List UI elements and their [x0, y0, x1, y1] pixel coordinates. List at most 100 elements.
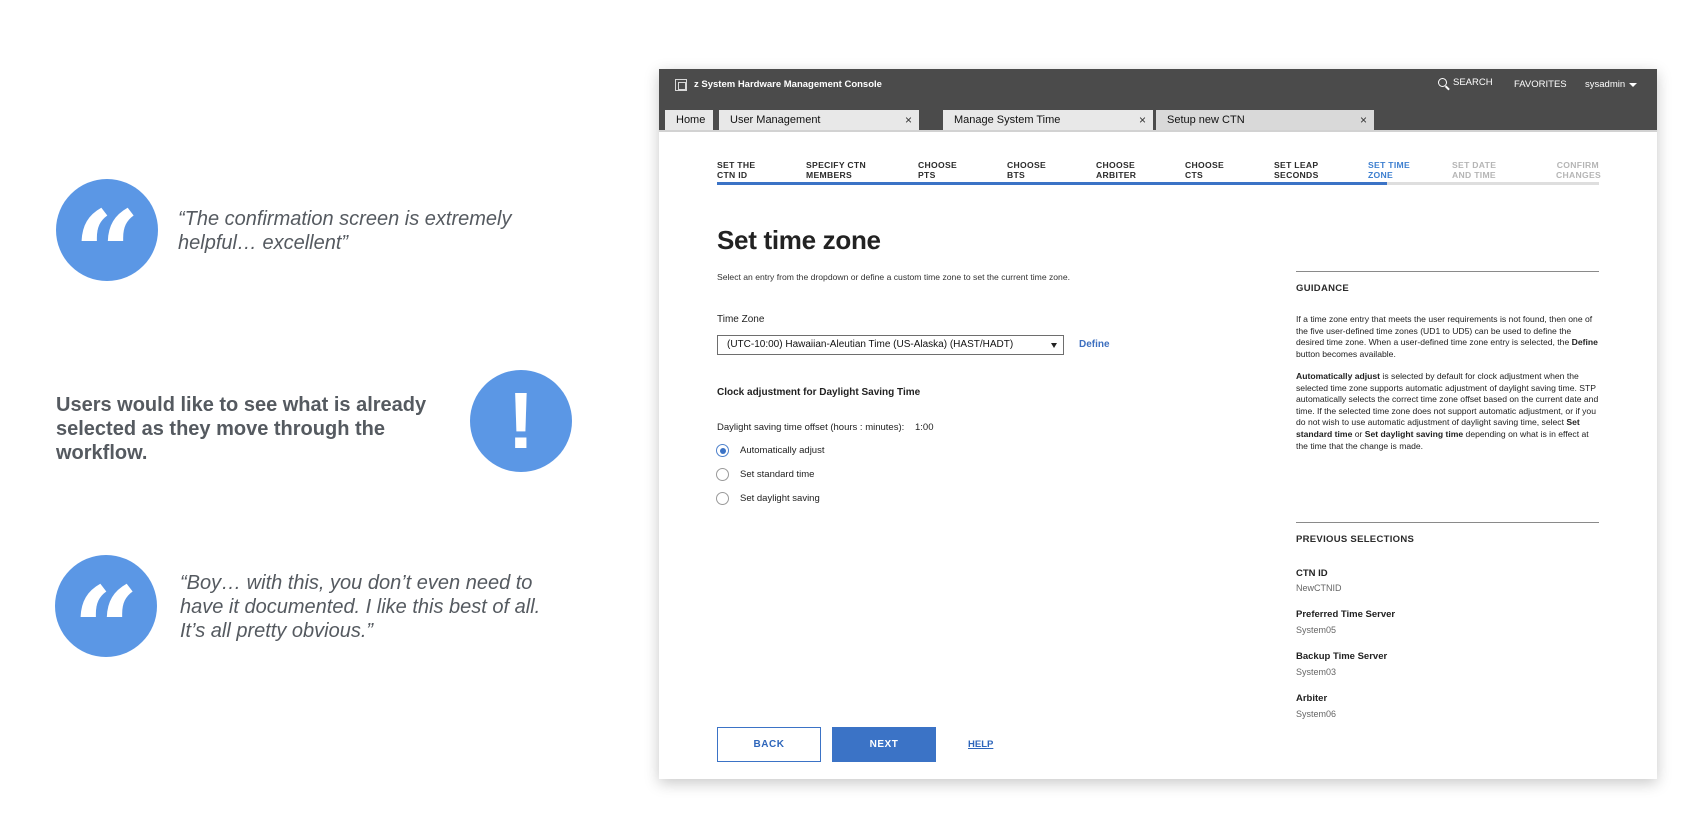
step-label: CONFIRM [1556, 160, 1599, 170]
progress-fill [717, 182, 1387, 185]
guidance-text: button becomes available. [1296, 348, 1396, 359]
step-label: CHOOSE [1096, 160, 1136, 170]
tab-label: User Management [730, 114, 821, 126]
close-icon[interactable]: × [905, 110, 912, 130]
step-set-date-and-time: SET DATE AND TIME [1452, 160, 1496, 180]
tab-label: Home [676, 114, 706, 126]
step-label: CHOOSE [1185, 160, 1225, 170]
progress-track [717, 182, 1599, 185]
guidance-paragraph-1: If a time zone entry that meets the user… [1296, 314, 1599, 360]
tab-setup-new-ctn[interactable]: Setup new CTN × [1156, 110, 1374, 130]
guidance-emphasis: Define [1571, 337, 1598, 348]
step-label: PTS [918, 170, 936, 180]
selection-label-pts: Preferred Time Server [1296, 609, 1396, 620]
guidance-text: or [1352, 428, 1365, 439]
guidance-text: If a time zone entry that meets the user… [1296, 314, 1593, 348]
timezone-label: Time Zone [717, 314, 765, 325]
page-title: Set time zone [717, 225, 881, 255]
step-label: AND TIME [1452, 170, 1496, 180]
next-button[interactable]: NEXT [832, 727, 936, 762]
guidance-paragraph-2: Automatically adjust is selected by defa… [1296, 371, 1599, 452]
app-logo-icon [675, 79, 687, 91]
step-label: SET TIME [1368, 160, 1411, 170]
step-confirm-changes: CONFIRM CHANGES [1556, 160, 1602, 180]
search-label: SEARCH [1453, 77, 1493, 88]
step-label: BTS [1007, 170, 1026, 180]
step-choose-cts[interactable]: CHOOSE CTS [1185, 160, 1224, 180]
radio-label: Automatically adjust [740, 445, 825, 456]
step-label: SECONDS [1274, 170, 1319, 180]
selection-label-bts: Backup Time Server [1296, 651, 1388, 662]
guidance-emphasis: Automatically adjust [1296, 371, 1381, 381]
close-icon[interactable]: × [1139, 110, 1146, 130]
top-nav-bar: z System Hardware Management Console SEA… [659, 69, 1657, 130]
user-label: sysadmin [1585, 79, 1626, 90]
step-label: SPECIFY CTN [806, 160, 866, 170]
step-label: ARBITER [1096, 170, 1137, 180]
quote-mark-icon: “ [55, 555, 157, 698]
back-button[interactable]: BACK [717, 727, 821, 762]
step-label: CHOOSE [1007, 160, 1047, 170]
guidance-emphasis: Set daylight saving time [1364, 428, 1464, 439]
selection-label-arbiter: Arbiter [1296, 693, 1328, 704]
step-choose-bts[interactable]: CHOOSE BTS [1007, 160, 1046, 180]
step-set-leap-seconds[interactable]: SET LEAP SECONDS [1274, 160, 1319, 180]
radio-label: Set standard time [740, 469, 815, 480]
step-label: SET THE [717, 160, 756, 170]
guidance-divider [1296, 271, 1599, 272]
step-label: MEMBERS [806, 170, 853, 180]
previous-selections-divider [1296, 522, 1599, 523]
favorites-button[interactable]: FAVORITES [1514, 79, 1567, 90]
radio-button[interactable] [716, 444, 729, 457]
radio-set-standard-time[interactable]: Set standard time [716, 468, 814, 481]
step-set-ctn-id[interactable]: SET THE CTN ID [717, 160, 755, 180]
hmc-window: z System Hardware Management Console SEA… [659, 69, 1657, 779]
quote-text-1: “The confirmation screen is extremely he… [178, 208, 512, 254]
step-label: CHANGES [1556, 170, 1602, 180]
selection-label-ctn-id: CTN ID [1296, 568, 1328, 579]
step-choose-arbiter[interactable]: CHOOSE ARBITER [1096, 160, 1136, 180]
step-set-time-zone[interactable]: SET TIME ZONE [1368, 160, 1410, 180]
step-label: CHOOSE [918, 160, 958, 170]
tab-home[interactable]: Home [665, 110, 713, 130]
radio-button[interactable] [716, 468, 729, 481]
step-label: CTS [1185, 170, 1204, 180]
tab-manage-system-time[interactable]: Manage System Time × [943, 110, 1153, 130]
define-button[interactable]: Define [1079, 339, 1110, 350]
chevron-down-icon [1629, 82, 1638, 87]
radio-button[interactable] [716, 492, 729, 505]
quote-text-2: “Boy… with this, you don’t even need to … [180, 572, 541, 642]
step-choose-pts[interactable]: CHOOSE PTS [918, 160, 957, 180]
dst-section-title: Clock adjustment for Daylight Saving Tim… [717, 387, 921, 398]
radio-label: Set daylight saving [740, 493, 820, 504]
step-label: SET DATE [1452, 160, 1497, 170]
radio-set-daylight-saving[interactable]: Set daylight saving [716, 492, 820, 505]
search-icon [1438, 78, 1447, 87]
tab-label: Setup new CTN [1167, 114, 1245, 126]
exclamation-icon: ! [470, 370, 572, 472]
remark-text: Users would like to see what is already … [56, 394, 427, 464]
selection-value-ctn-id: NewCTNID [1296, 583, 1342, 593]
page-description: Select an entry from the dropdown or def… [717, 272, 1071, 282]
tab-user-management[interactable]: User Management × [719, 110, 919, 130]
help-link[interactable]: HELP [968, 739, 993, 750]
timezone-select[interactable]: (UTC-10:00) Hawaiian-Aleutian Time (US-A… [717, 335, 1064, 355]
dropdown-caret-icon [1051, 343, 1057, 348]
guidance-title: GUIDANCE [1296, 283, 1350, 294]
quote-mark-icon: “ [56, 179, 158, 322]
user-menu[interactable]: sysadmin [1585, 79, 1638, 90]
timezone-selected-value: (UTC-10:00) Hawaiian-Aleutian Time (US-A… [727, 339, 1014, 350]
step-label: SET LEAP [1274, 160, 1319, 170]
step-label: ZONE [1368, 170, 1394, 180]
search-button[interactable]: SEARCH [1438, 77, 1493, 88]
dst-offset-label: Daylight saving time offset (hours : min… [717, 422, 905, 433]
selection-value-bts: System03 [1296, 667, 1337, 677]
app-title: z System Hardware Management Console [694, 79, 882, 90]
close-icon[interactable]: × [1360, 110, 1367, 130]
previous-selections-title: PREVIOUS SELECTIONS [1296, 534, 1415, 545]
selection-value-arbiter: System06 [1296, 709, 1337, 719]
tab-bar-divider [659, 130, 1657, 132]
radio-automatically-adjust[interactable]: Automatically adjust [716, 444, 824, 457]
step-specify-ctn-members[interactable]: SPECIFY CTN MEMBERS [806, 160, 866, 180]
tab-label: Manage System Time [954, 114, 1061, 126]
